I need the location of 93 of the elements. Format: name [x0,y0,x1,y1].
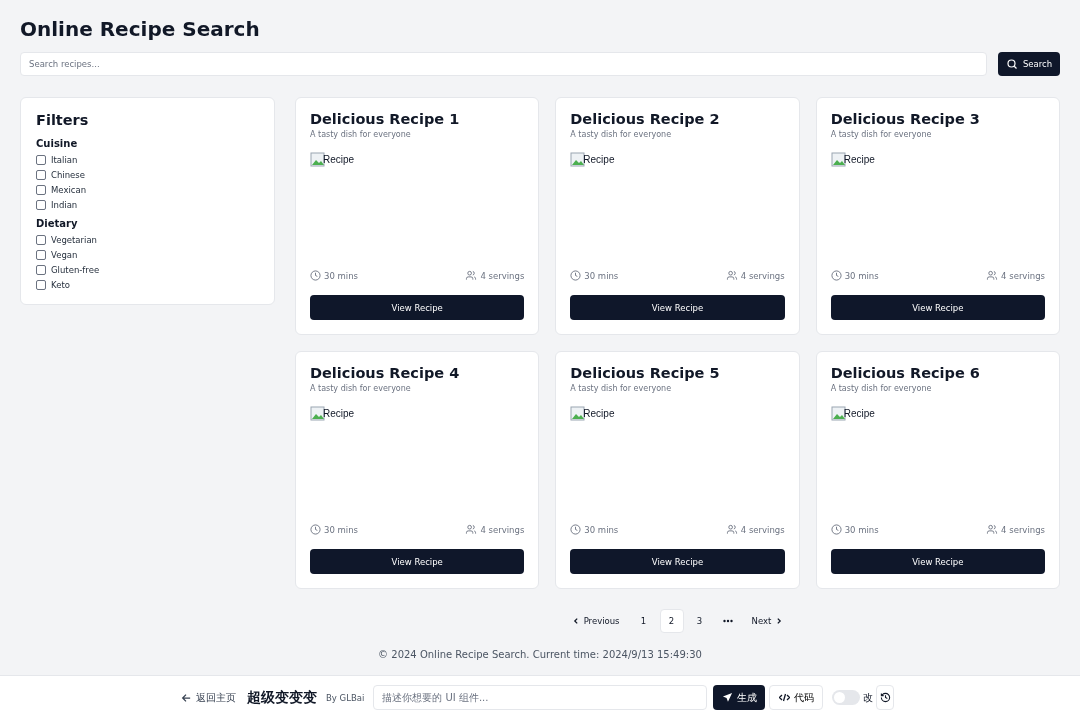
ellipsis-icon [722,619,733,623]
image-alt-text: Recipe [583,407,615,421]
toggle-label: 改 [863,690,874,705]
people-icon [986,524,999,535]
recipe-title: Delicious Recipe 4 [310,365,461,381]
servings: 4 servings [740,270,785,281]
search-field[interactable]: Search recipes... [20,52,987,76]
view-recipe-button[interactable]: View Recipe [830,295,1045,320]
servings: 4 servings [1001,270,1045,281]
filter-option-label: Indian [51,199,78,210]
filter-option-label: Italian [51,154,78,165]
clock-icon [830,524,842,535]
image-alt-text: Recipe [843,153,875,167]
people-icon [465,524,478,535]
send-icon [721,692,733,703]
chevron-left-icon [571,617,580,625]
page-button[interactable]: 3 [687,609,712,633]
checkbox[interactable] [36,169,46,180]
image-alt-text: Recipe [323,407,355,421]
filter-group-title: Cuisine [36,138,79,149]
clock-icon [570,270,582,281]
recipe-description: A tasty dish for everyone [570,384,673,393]
checkbox[interactable] [36,154,46,165]
image-alt-text: Recipe [583,153,615,167]
servings: 4 servings [480,270,525,281]
recipe-title: Delicious Recipe 3 [830,111,981,127]
view-recipe-button[interactable]: View Recipe [570,549,785,574]
cook-time: 30 mins [324,524,358,535]
cook-time: 30 mins [584,524,619,535]
author-text: By GLBai [326,692,365,703]
checkbox[interactable] [36,264,46,275]
search-button[interactable]: Search [998,52,1060,76]
view-recipe-button[interactable]: View Recipe [830,549,1045,574]
checkbox[interactable] [36,249,46,260]
filter-option-label: Vegetarian [51,234,97,245]
checkbox[interactable] [36,279,46,290]
chevron-right-icon [775,617,784,625]
cook-time: 30 mins [324,270,358,281]
next-button[interactable]: Next [743,609,792,633]
code-button[interactable]: 代码 [769,685,824,710]
cook-time: 30 mins [844,524,879,535]
arrow-left-icon [181,692,191,703]
recipe-description: A tasty dish for everyone [830,384,933,393]
filter-option-label: Mexican [51,184,87,195]
checkbox[interactable] [36,184,46,195]
people-icon [725,524,738,535]
toggle-switch[interactable] [832,690,861,705]
footer-text: © 2024 Online Recipe Search. Current time: 2024/9/13 15:49:30 [377,649,703,660]
page-button[interactable]: 2 [659,609,684,633]
filter-option-label: Chinese [51,169,85,180]
history-button[interactable] [876,685,895,710]
clock-icon [830,270,842,281]
page-button[interactable]: 1 [631,609,656,633]
filter-group-title: Dietary [36,218,79,229]
brand-name: 超级变变变 [247,688,317,707]
checkbox[interactable] [36,234,46,245]
recipe-description: A tasty dish for everyone [830,130,933,139]
view-recipe-button[interactable]: View Recipe [570,295,785,320]
cook-time: 30 mins [844,270,879,281]
checkbox[interactable] [36,199,46,210]
view-recipe-button[interactable]: View Recipe [310,295,525,320]
image-alt-text: Recipe [323,153,355,167]
recipe-description: A tasty dish for everyone [310,130,412,139]
filters-title: Filters [36,112,90,128]
servings: 4 servings [480,524,525,535]
view-recipe-button[interactable]: View Recipe [310,549,525,574]
image-alt-text: Recipe [843,407,875,421]
generate-button[interactable]: 生成 [713,685,766,710]
people-icon [465,270,478,281]
clock-icon [570,524,582,535]
recipe-title: Delicious Recipe 6 [830,365,981,381]
previous-button[interactable]: Previous [563,609,628,633]
page-title: Online Recipe Search [20,16,261,43]
recipe-title: Delicious Recipe 1 [310,111,461,127]
filter-option-label: Keto [51,279,70,290]
recipe-title: Delicious Recipe 2 [570,111,721,127]
clock-icon [310,270,321,281]
back-link[interactable]: 返回主页 [181,690,236,705]
servings: 4 servings [740,524,785,535]
recipe-description: A tasty dish for everyone [310,384,412,393]
search-icon [1005,58,1018,70]
clock-icon [310,524,321,535]
recipe-description: A tasty dish for everyone [570,130,673,139]
code-icon [778,693,790,702]
prompt-field[interactable]: 描述你想要的 UI 组件... [373,685,708,710]
people-icon [725,270,738,281]
history-icon [879,692,891,703]
servings: 4 servings [1001,524,1045,535]
filter-option-label: Vegan [51,249,78,260]
cook-time: 30 mins [584,270,619,281]
recipe-title: Delicious Recipe 5 [570,365,721,381]
filter-option-label: Gluten-free [51,264,100,275]
people-icon [986,270,999,281]
